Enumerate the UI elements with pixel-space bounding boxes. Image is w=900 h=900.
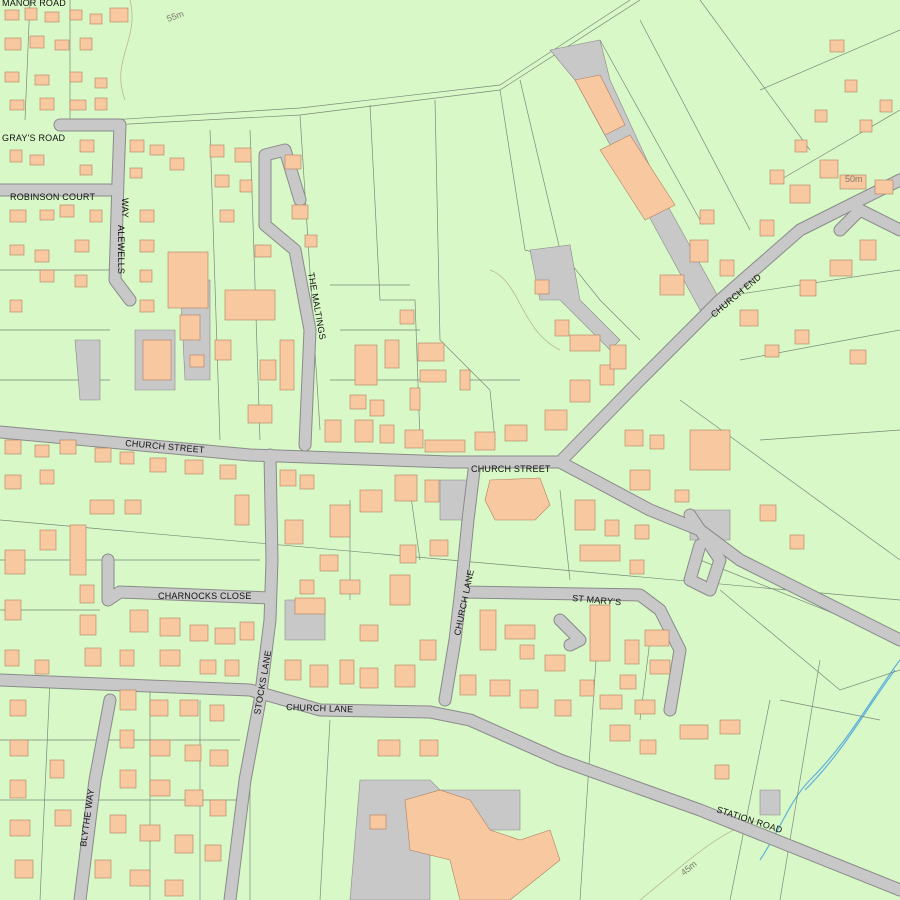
label-way: WAY: [120, 198, 130, 218]
map-canvas[interactable]: MANOR ROAD GRAY'S ROAD ROBINSON COURT WA…: [0, 0, 900, 900]
contour-label-50m: 50m: [845, 174, 863, 184]
label-grays-road: GRAY'S ROAD: [2, 133, 66, 143]
label-alewells: ALEWELLS: [116, 225, 126, 274]
label-robinson-court: ROBINSON COURT: [10, 192, 95, 202]
label-church-street-east: CHURCH STREET: [471, 464, 551, 474]
label-manor-road: MANOR ROAD: [2, 0, 66, 8]
label-charnocks-close: CHARNOCKS CLOSE: [158, 591, 252, 601]
map-svg[interactable]: MANOR ROAD GRAY'S ROAD ROBINSON COURT WA…: [0, 0, 900, 900]
